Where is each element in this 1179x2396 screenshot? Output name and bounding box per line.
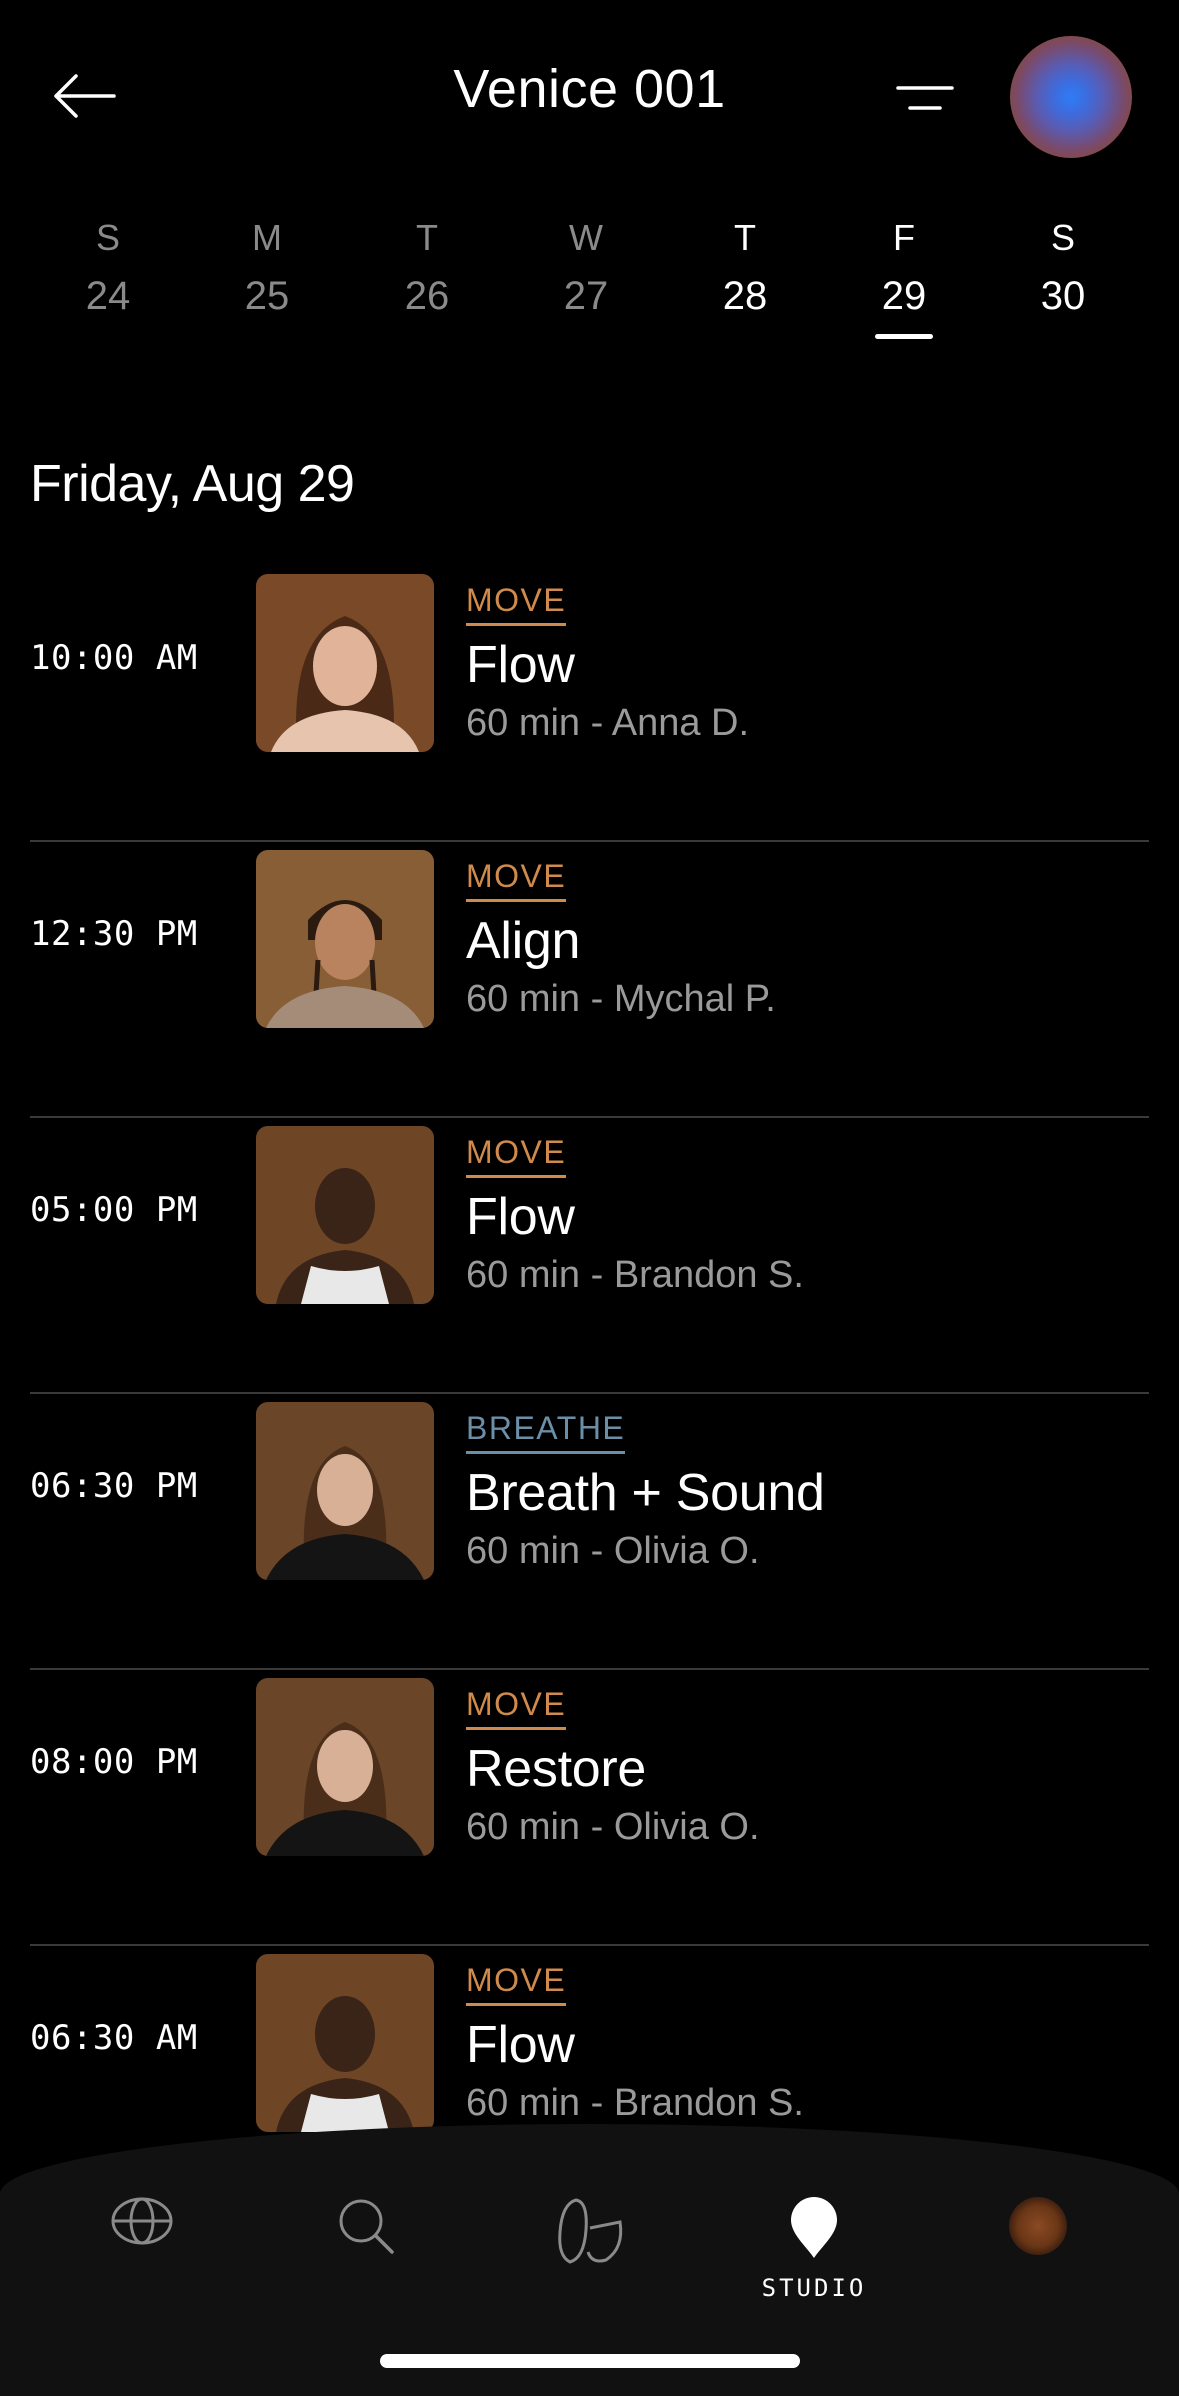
- day-selector[interactable]: S 30: [1003, 214, 1123, 339]
- class-name: Flow: [466, 2016, 575, 2074]
- date-heading: Friday, Aug 29: [30, 455, 355, 513]
- class-time: 05:00 PM: [30, 1190, 198, 1230]
- instructor-photo: [256, 850, 434, 1028]
- selected-day-indicator: [398, 334, 456, 339]
- class-row[interactable]: 08:00 PM MOVE Restore 60 min - Olivia O.: [0, 1670, 1179, 1946]
- selected-day-indicator: [1034, 334, 1092, 339]
- day-selector[interactable]: M 25: [207, 214, 327, 339]
- day-number: 25: [244, 274, 290, 318]
- category-label: MOVE: [466, 1132, 567, 1178]
- filter-button[interactable]: [890, 68, 960, 128]
- day-number: 30: [1040, 274, 1086, 318]
- day-number: 24: [85, 274, 131, 318]
- instructor-photo: [256, 1678, 434, 1856]
- instructor-photo: [256, 1954, 434, 2132]
- class-meta: 60 min - Brandon S.: [466, 2082, 804, 2124]
- filter-lines-icon: [896, 86, 954, 110]
- class-row[interactable]: 12:30 PM MOVE Align 60 min - Mychal P.: [0, 842, 1179, 1118]
- class-time: 10:00 AM: [30, 638, 198, 678]
- day-number: 27: [563, 274, 609, 318]
- class-row[interactable]: 06:30 PM BREATHE Breath + Sound 60 min -…: [0, 1394, 1179, 1670]
- week-strip: S 24 M 25 T 26 W 27 T 28 F 29 S 30: [0, 214, 1179, 354]
- category-label: BREATHE: [466, 1408, 626, 1454]
- day-number: 28: [722, 274, 768, 318]
- day-of-week: S: [95, 217, 120, 258]
- class-list: 10:00 AM MOVE Flow 60 min - Anna D. 12:3…: [0, 566, 1179, 2222]
- class-time: 06:30 PM: [30, 1466, 198, 1506]
- day-of-week: T: [734, 217, 756, 258]
- class-name: Flow: [466, 636, 575, 694]
- class-name: Align: [466, 912, 581, 970]
- day-of-week: W: [569, 217, 603, 258]
- header: Venice 001: [0, 0, 1179, 200]
- day-of-week: S: [1050, 217, 1075, 258]
- tab-label: STUDIO: [761, 2274, 867, 2302]
- tab-profile[interactable]: [968, 2196, 1108, 2306]
- selected-day-indicator: [238, 334, 296, 339]
- day-number: 29: [881, 274, 927, 318]
- class-meta: 60 min - Brandon S.: [466, 1254, 804, 1296]
- day-selector[interactable]: T 28: [685, 214, 805, 339]
- selected-day-indicator: [875, 334, 933, 339]
- selected-day-indicator: [716, 334, 774, 339]
- tab-studio[interactable]: STUDIO: [744, 2196, 884, 2306]
- class-name: Restore: [466, 1740, 646, 1798]
- tab-explore[interactable]: [72, 2196, 212, 2306]
- category-label: MOVE: [466, 580, 567, 626]
- class-name: Flow: [466, 1188, 575, 1246]
- day-number: 26: [404, 274, 450, 318]
- avatar[interactable]: [1010, 36, 1132, 158]
- tab-practice[interactable]: [520, 2196, 660, 2306]
- instructor-photo: [256, 1402, 434, 1580]
- day-selector[interactable]: F 29: [844, 214, 964, 339]
- class-meta: 60 min - Olivia O.: [466, 1530, 760, 1572]
- class-time: 08:00 PM: [30, 1742, 198, 1782]
- tab-search[interactable]: [296, 2196, 436, 2306]
- class-meta: 60 min - Olivia O.: [466, 1806, 760, 1848]
- schedule-screen: Venice 001 S 24 M 25 T 26 W 27 T 28 F 29…: [0, 0, 1179, 2396]
- globe-icon: [111, 2197, 173, 2245]
- instructor-photo: [256, 574, 434, 752]
- day-of-week: M: [252, 217, 282, 258]
- category-label: MOVE: [466, 1960, 567, 2006]
- day-selector[interactable]: W 27: [526, 214, 646, 339]
- stones-icon: [558, 2198, 623, 2264]
- category-label: MOVE: [466, 856, 567, 902]
- class-meta: 60 min - Mychal P.: [466, 978, 776, 1020]
- day-of-week: F: [893, 217, 915, 258]
- location-pin-icon: [791, 2197, 837, 2258]
- profile-avatar-icon: [1009, 2197, 1067, 2255]
- class-time: 06:30 AM: [30, 2018, 198, 2058]
- day-of-week: T: [416, 217, 438, 258]
- day-selector[interactable]: T 26: [367, 214, 487, 339]
- class-row[interactable]: 05:00 PM MOVE Flow 60 min - Brandon S.: [0, 1118, 1179, 1394]
- class-meta: 60 min - Anna D.: [466, 702, 750, 744]
- instructor-photo: [256, 1126, 434, 1304]
- selected-day-indicator: [557, 334, 615, 339]
- category-label: MOVE: [466, 1684, 567, 1730]
- page-title: Venice 001: [453, 59, 726, 119]
- class-row[interactable]: 10:00 AM MOVE Flow 60 min - Anna D.: [0, 566, 1179, 842]
- class-time: 12:30 PM: [30, 914, 198, 954]
- home-indicator: [380, 2354, 800, 2368]
- class-name: Breath + Sound: [466, 1464, 825, 1522]
- day-selector[interactable]: S 24: [48, 214, 168, 339]
- selected-day-indicator: [79, 334, 137, 339]
- search-icon: [339, 2199, 394, 2254]
